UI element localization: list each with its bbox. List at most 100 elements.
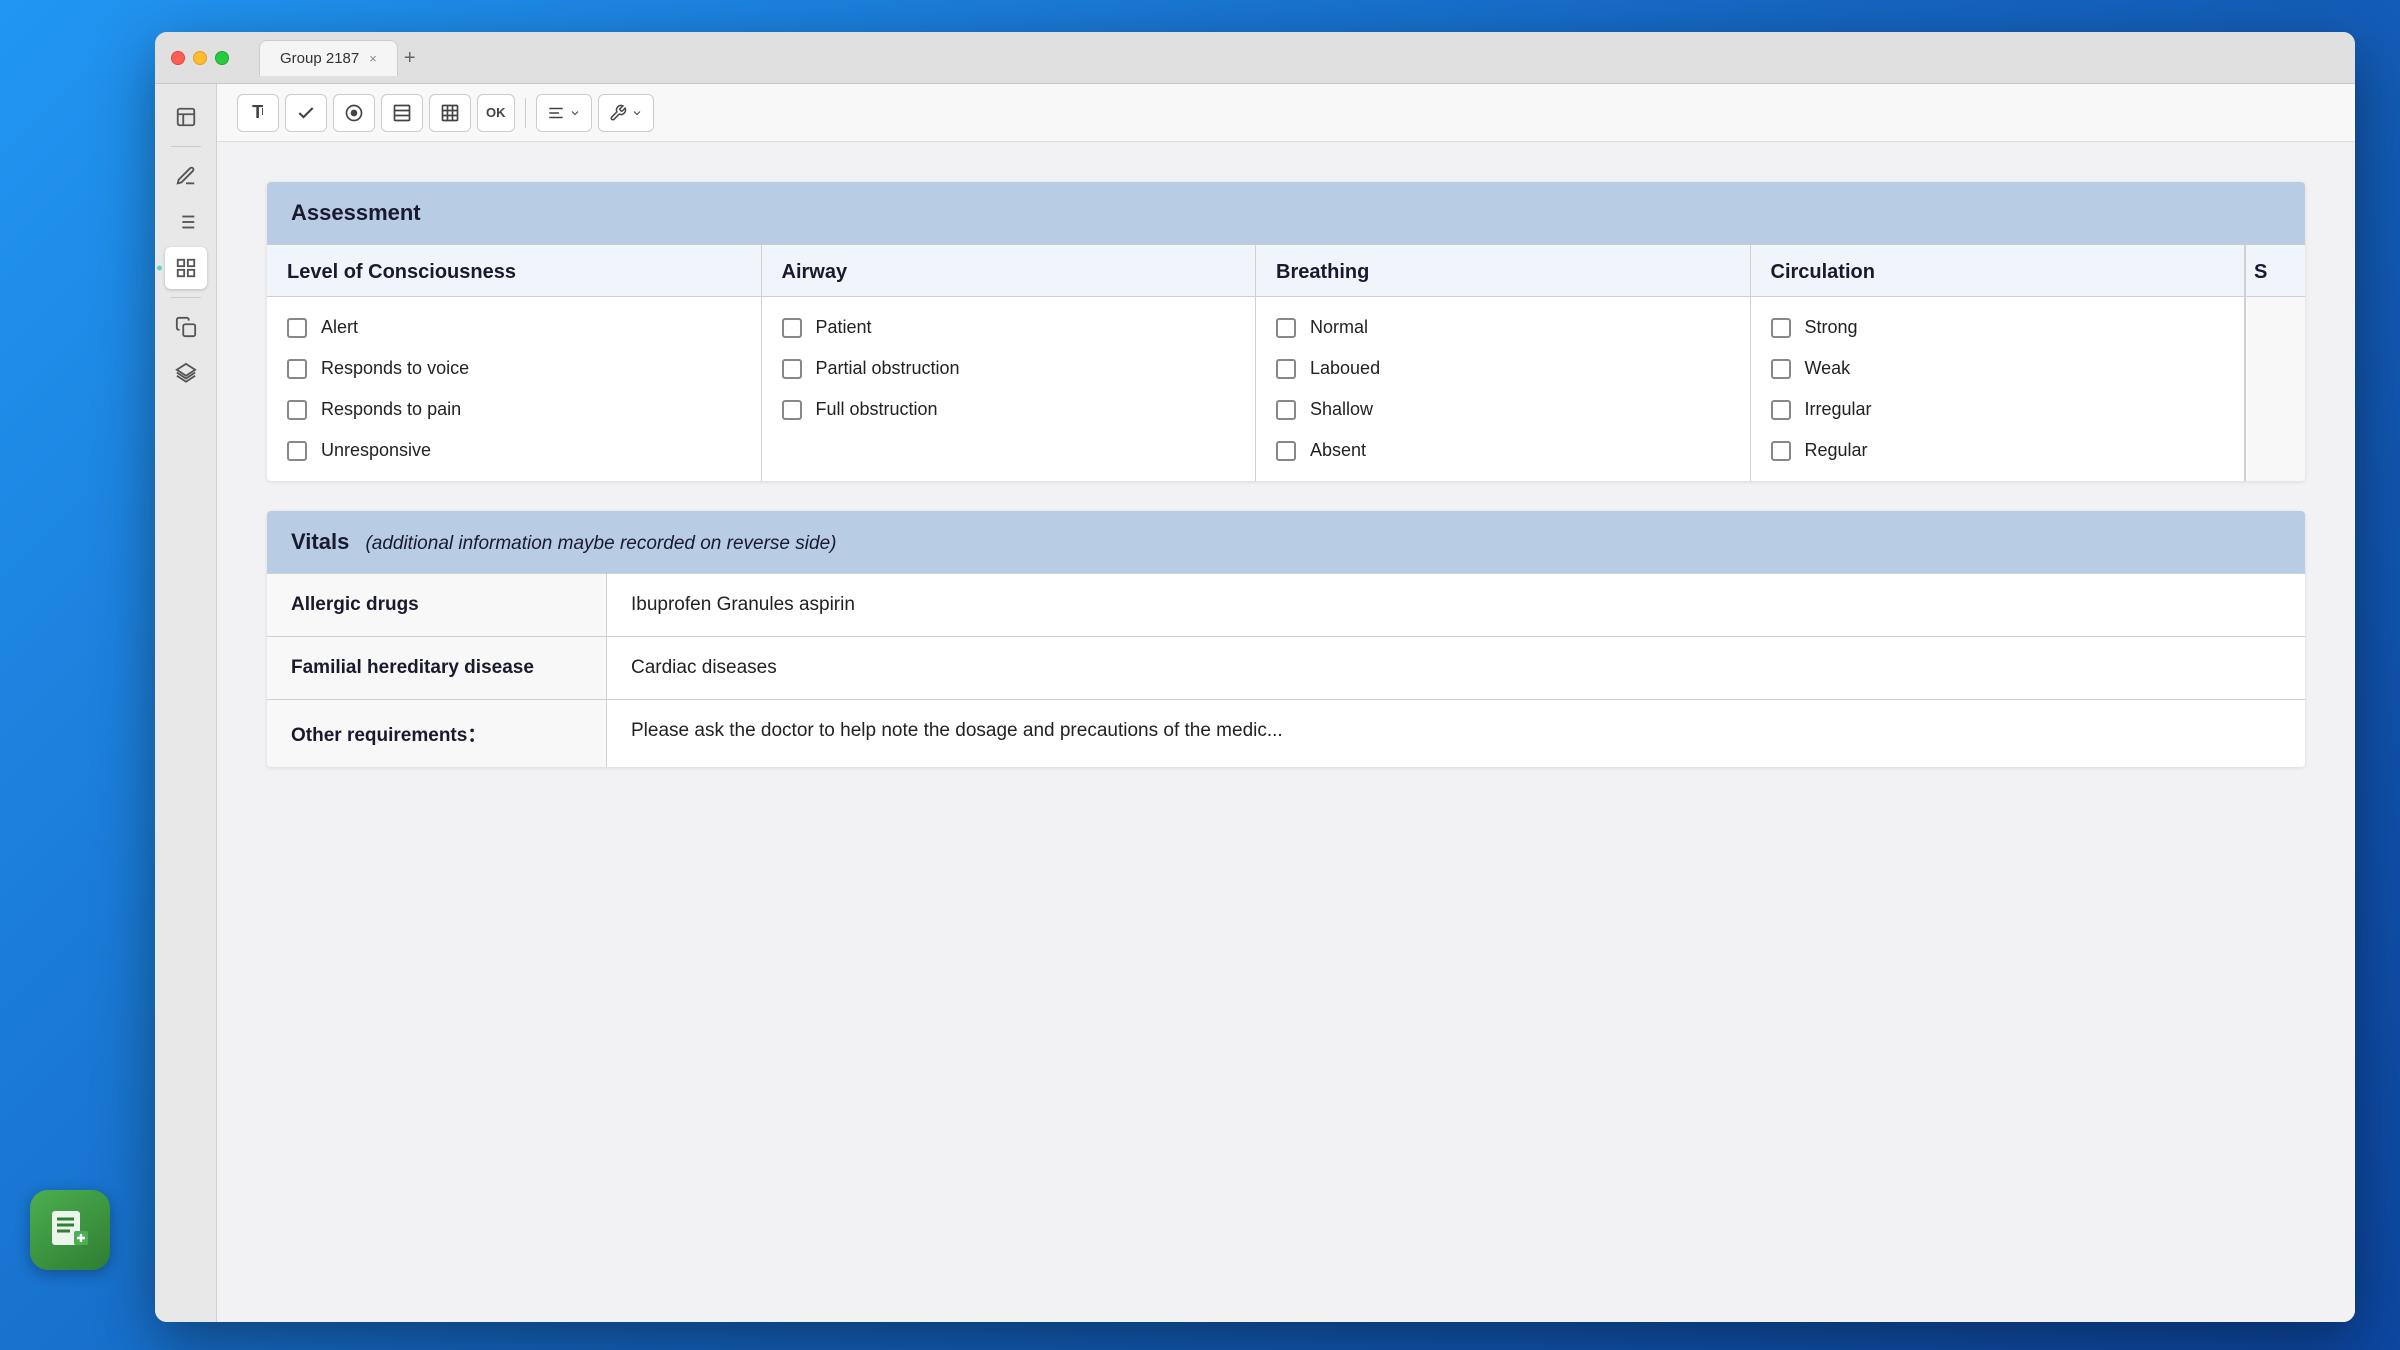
- col-circulation-header: Circulation: [1751, 245, 2245, 297]
- checkbox-shallow[interactable]: [1276, 400, 1296, 420]
- app-icon-symbol: [48, 1205, 92, 1255]
- vitals-table: Vitals (additional information maybe rec…: [267, 511, 2305, 767]
- checkbox-tool-button[interactable]: [285, 94, 327, 132]
- list-item: Absent: [1256, 430, 1750, 471]
- sidebar-icon-book[interactable]: [165, 96, 207, 138]
- checkbox-responds-pain[interactable]: [287, 400, 307, 420]
- checkbox-weak[interactable]: [1771, 359, 1791, 379]
- col-airway: Airway Patient Partial obstruction: [762, 245, 1257, 481]
- list-item: Strong: [1751, 307, 2245, 348]
- vitals-label-allergic: Allergic drugs: [267, 574, 607, 636]
- col-partial: S: [2245, 245, 2305, 481]
- sidebar-icon-layers[interactable]: [165, 352, 207, 394]
- list-item: Full obstruction: [762, 389, 1256, 430]
- checkbox-regular[interactable]: [1771, 441, 1791, 461]
- col-consciousness-header: Level of Consciousness: [267, 245, 761, 297]
- col-breathing-items: Normal Laboued Shallow: [1256, 297, 1750, 481]
- tools-dropdown[interactable]: [598, 94, 654, 132]
- traffic-lights: [171, 51, 229, 65]
- sidebar-icon-list[interactable]: [165, 201, 207, 243]
- sidebar-divider-1: [171, 146, 201, 147]
- checkbox-icon: [296, 103, 316, 123]
- col-breathing: Breathing Normal Laboued: [1256, 245, 1751, 481]
- col-circulation: Circulation Strong Weak: [1751, 245, 2246, 481]
- col-consciousness-items: Alert Responds to voice Responds to pain: [267, 297, 761, 481]
- col-airway-header: Airway: [762, 245, 1256, 297]
- list-item: Normal: [1256, 307, 1750, 348]
- checkbox-alert[interactable]: [287, 318, 307, 338]
- list-item: Regular: [1751, 430, 2245, 471]
- checkbox-laboued[interactable]: [1276, 359, 1296, 379]
- assessment-title: Assessment: [291, 200, 421, 225]
- col-breathing-header: Breathing: [1256, 245, 1750, 297]
- minimize-button[interactable]: [193, 51, 207, 65]
- text-tool-button[interactable]: T I: [237, 94, 279, 132]
- checkbox-partial[interactable]: [782, 359, 802, 379]
- list-item: Irregular: [1751, 389, 2245, 430]
- tools-chevron-icon: [631, 107, 643, 119]
- tab-add-button[interactable]: +: [404, 48, 416, 68]
- tab-close-icon[interactable]: ×: [369, 51, 377, 66]
- record-tool-button[interactable]: [333, 94, 375, 132]
- vitals-subtitle: (additional information maybe recorded o…: [365, 533, 836, 554]
- grid-icon: [440, 103, 460, 123]
- chevron-down-icon: [569, 107, 581, 119]
- toolbar: T I: [217, 84, 2355, 142]
- checkbox-patient[interactable]: [782, 318, 802, 338]
- ok-button[interactable]: OK: [477, 94, 515, 132]
- col-partial-header: S: [2246, 245, 2305, 297]
- assessment-table: Assessment Level of Consciousness Al: [267, 182, 2305, 481]
- list-icon: [392, 103, 412, 123]
- vitals-label-other: Other requirements：: [267, 700, 607, 767]
- close-button[interactable]: [171, 51, 185, 65]
- vitals-header: Vitals (additional information maybe rec…: [267, 511, 2305, 573]
- sidebar-icon-grid[interactable]: [165, 247, 207, 289]
- checkbox-normal[interactable]: [1276, 318, 1296, 338]
- text-icon-sub: I: [261, 107, 264, 118]
- col-consciousness: Level of Consciousness Alert Responds to…: [267, 245, 762, 481]
- list-item: Weak: [1751, 348, 2245, 389]
- assessment-columns: Level of Consciousness Alert Responds to…: [267, 244, 2305, 481]
- col-circulation-items: Strong Weak Irregular: [1751, 297, 2245, 481]
- checkbox-unresponsive[interactable]: [287, 441, 307, 461]
- sidebar-icon-copy[interactable]: [165, 306, 207, 348]
- checkbox-full[interactable]: [782, 400, 802, 420]
- vitals-value-other: Please ask the doctor to help note the d…: [607, 700, 2305, 767]
- main-window: Group 2187 × +: [155, 32, 2355, 1322]
- checkbox-absent[interactable]: [1276, 441, 1296, 461]
- vitals-row-hereditary: Familial hereditary disease Cardiac dise…: [267, 636, 2305, 699]
- list-item: Patient: [762, 307, 1256, 348]
- tab-group2187[interactable]: Group 2187 ×: [259, 40, 398, 76]
- content-area: Assessment Level of Consciousness Al: [217, 142, 2355, 1322]
- vitals-value-hereditary: Cardiac diseases: [607, 637, 2305, 699]
- tab-area: Group 2187 × +: [259, 40, 416, 76]
- assessment-header: Assessment: [267, 182, 2305, 244]
- vitals-row-other: Other requirements： Please ask the docto…: [267, 699, 2305, 767]
- list-item: Responds to pain: [267, 389, 761, 430]
- vitals-value-allergic: Ibuprofen Granules aspirin: [607, 574, 2305, 636]
- checkbox-strong[interactable]: [1771, 318, 1791, 338]
- titlebar: Group 2187 × +: [155, 32, 2355, 84]
- sidebar: [155, 84, 217, 1322]
- checkbox-responds-voice[interactable]: [287, 359, 307, 379]
- vitals-row-allergic: Allergic drugs Ibuprofen Granules aspiri…: [267, 573, 2305, 636]
- list-item: Responds to voice: [267, 348, 761, 389]
- align-dropdown[interactable]: [536, 94, 592, 132]
- list-item: Laboued: [1256, 348, 1750, 389]
- list-item: Unresponsive: [267, 430, 761, 471]
- toolbar-divider-1: [525, 98, 526, 128]
- main-area: T I: [155, 84, 2355, 1322]
- align-icon: [547, 104, 565, 122]
- list-tool-button[interactable]: [381, 94, 423, 132]
- maximize-button[interactable]: [215, 51, 229, 65]
- app-icon[interactable]: [30, 1190, 110, 1270]
- grid-tool-button[interactable]: [429, 94, 471, 132]
- vitals-title: Vitals: [291, 529, 349, 554]
- vitals-label-hereditary: Familial hereditary disease: [267, 637, 607, 699]
- list-item: Partial obstruction: [762, 348, 1256, 389]
- list-item: Alert: [267, 307, 761, 348]
- list-item: Shallow: [1256, 389, 1750, 430]
- tab-label: Group 2187: [280, 50, 359, 67]
- checkbox-irregular[interactable]: [1771, 400, 1791, 420]
- sidebar-icon-pen[interactable]: [165, 155, 207, 197]
